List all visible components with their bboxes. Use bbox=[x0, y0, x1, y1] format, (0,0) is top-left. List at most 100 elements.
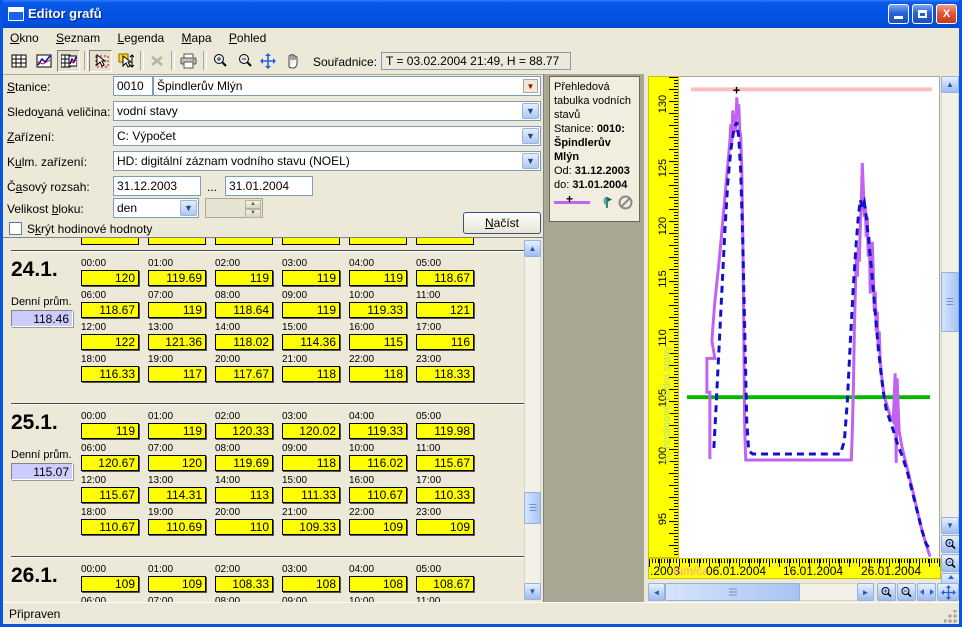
hour-value-cell[interactable]: 109 bbox=[148, 576, 206, 592]
hour-value-cell[interactable]: 109.33 bbox=[282, 519, 340, 535]
scroll-right-icon[interactable]: ► bbox=[857, 583, 874, 601]
menu-seznam[interactable]: Seznam bbox=[49, 28, 107, 48]
chevron-down-icon[interactable]: ▼ bbox=[180, 200, 197, 216]
pan-button[interactable] bbox=[256, 50, 279, 72]
date-from-input[interactable]: 31.12.2003 bbox=[113, 176, 201, 196]
hour-value-cell[interactable]: 120.67 bbox=[81, 455, 139, 471]
hour-value-cell[interactable]: 119.33 bbox=[349, 423, 407, 439]
scroll-left-icon[interactable]: ◄ bbox=[648, 583, 665, 601]
hour-value-cell[interactable]: 119 bbox=[282, 302, 340, 318]
maximize-button[interactable] bbox=[912, 4, 933, 24]
chevron-down-icon[interactable]: ▼ bbox=[522, 153, 539, 169]
flag-icon[interactable] bbox=[600, 195, 614, 209]
menu-mapa[interactable]: Mapa bbox=[175, 28, 219, 48]
hide-hourly-checkbox[interactable] bbox=[9, 222, 22, 235]
station-name-combo[interactable]: Špindlerův Mlýn▼ bbox=[153, 76, 541, 96]
hour-value-cell[interactable]: 108.33 bbox=[215, 576, 273, 592]
hour-value-cell[interactable]: 118.64 bbox=[215, 302, 273, 318]
hour-value-cell[interactable]: 119 bbox=[282, 270, 340, 286]
chart-pan-x-button[interactable] bbox=[917, 583, 936, 601]
hour-value-cell[interactable]: 119.33 bbox=[349, 302, 407, 318]
chart-zoom-out-x-button[interactable] bbox=[897, 583, 916, 601]
hour-value-cell[interactable]: 118.67 bbox=[81, 302, 139, 318]
hour-value-cell[interactable]: 115 bbox=[349, 334, 407, 350]
zoom-out-button[interactable] bbox=[233, 50, 256, 72]
hour-value-cell[interactable]: 109 bbox=[349, 519, 407, 535]
date-to-input[interactable]: 31.01.2004 bbox=[225, 176, 313, 196]
chart-h-scrollbar[interactable]: ◄ ► bbox=[648, 583, 874, 601]
scrollbar-thumb[interactable] bbox=[941, 272, 959, 332]
delete-button[interactable] bbox=[145, 50, 168, 72]
scrollbar-thumb[interactable] bbox=[665, 583, 800, 601]
legend-box[interactable]: Přehledová tabulka vodních stavů Stanice… bbox=[549, 76, 640, 222]
hour-value-cell[interactable]: 119 bbox=[81, 423, 139, 439]
kulm-device-combo[interactable]: HD: digitální záznam vodního stavu (NOEL… bbox=[113, 151, 541, 171]
quantity-combo[interactable]: vodní stavy▼ bbox=[113, 101, 541, 121]
table-chart-view-button[interactable] bbox=[57, 50, 80, 72]
table-scrollbar[interactable]: ▲ ▼ bbox=[524, 240, 541, 600]
device-combo[interactable]: C: Výpočet▼ bbox=[113, 126, 541, 146]
select-vertical-button[interactable] bbox=[114, 50, 137, 72]
hour-value-cell[interactable]: 117 bbox=[148, 366, 206, 382]
menu-pohled[interactable]: Pohled bbox=[222, 28, 273, 48]
hour-value-cell[interactable]: 114.36 bbox=[282, 334, 340, 350]
hour-value-cell[interactable]: 110.33 bbox=[416, 487, 474, 503]
chart-zoom-in-y-button[interactable] bbox=[941, 535, 960, 553]
scrollbar-thumb[interactable] bbox=[524, 492, 541, 524]
hour-value-cell[interactable]: 120.33 bbox=[215, 423, 273, 439]
hour-value-cell[interactable]: 118 bbox=[282, 455, 340, 471]
station-code-input[interactable]: 0010 bbox=[113, 76, 153, 96]
hour-value-cell[interactable]: 109 bbox=[416, 519, 474, 535]
scroll-up-icon[interactable]: ▲ bbox=[941, 76, 959, 93]
select-rect-button[interactable] bbox=[89, 50, 112, 72]
hour-value-cell[interactable]: 119.69 bbox=[215, 455, 273, 471]
hour-value-cell[interactable]: 119 bbox=[148, 423, 206, 439]
hour-value-cell[interactable]: 116.02 bbox=[349, 455, 407, 471]
hour-value-cell[interactable]: 108.67 bbox=[416, 576, 474, 592]
hour-value-cell[interactable]: 121 bbox=[416, 302, 474, 318]
hand-tool-button[interactable] bbox=[281, 50, 304, 72]
hour-value-cell[interactable]: 108 bbox=[349, 576, 407, 592]
hour-value-cell[interactable]: 119 bbox=[148, 302, 206, 318]
hour-value-cell[interactable]: 109 bbox=[81, 576, 139, 592]
hour-value-cell[interactable]: 118.67 bbox=[416, 270, 474, 286]
scroll-down-icon[interactable]: ▼ bbox=[524, 583, 541, 600]
station-dropdown-icon[interactable]: ▼ bbox=[523, 79, 538, 93]
chart-plot[interactable]: + bbox=[679, 76, 940, 558]
zoom-in-button[interactable] bbox=[208, 50, 231, 72]
menu-legenda[interactable]: Legenda bbox=[110, 28, 171, 48]
hide-hourly-label[interactable]: Skrýt hodinové hodnoty bbox=[27, 222, 152, 236]
hour-value-cell[interactable]: 118.02 bbox=[215, 334, 273, 350]
hour-value-cell[interactable]: 110.67 bbox=[349, 487, 407, 503]
chart-v-scrollbar[interactable]: ▲ ▼ bbox=[941, 76, 959, 534]
hour-value-cell[interactable]: 121.36 bbox=[148, 334, 206, 350]
chart-zoom-out-y-button[interactable] bbox=[941, 554, 960, 572]
spinner-arrows-icon[interactable]: ▲▼ bbox=[245, 200, 261, 216]
chart-view-button[interactable] bbox=[32, 50, 55, 72]
hour-value-cell[interactable]: 110 bbox=[215, 519, 273, 535]
scroll-down-icon[interactable]: ▼ bbox=[941, 517, 959, 534]
hour-value-cell[interactable]: 111.33 bbox=[282, 487, 340, 503]
scroll-up-icon[interactable]: ▲ bbox=[524, 240, 541, 257]
hour-value-cell[interactable]: 115.67 bbox=[416, 455, 474, 471]
load-button[interactable]: Načíst bbox=[463, 212, 541, 234]
hour-value-cell[interactable]: 118 bbox=[349, 366, 407, 382]
minimize-button[interactable] bbox=[888, 4, 909, 24]
hour-value-cell[interactable]: 119 bbox=[349, 270, 407, 286]
table-view-button[interactable] bbox=[7, 50, 30, 72]
close-button[interactable]: X bbox=[936, 4, 957, 24]
hour-value-cell[interactable]: 116.33 bbox=[81, 366, 139, 382]
hour-value-cell[interactable]: 120.02 bbox=[282, 423, 340, 439]
hour-value-cell[interactable]: 108 bbox=[282, 576, 340, 592]
chart-pan-all-button[interactable] bbox=[937, 583, 959, 601]
chevron-down-icon[interactable]: ▼ bbox=[522, 103, 539, 119]
hour-value-cell[interactable]: 113 bbox=[215, 487, 273, 503]
print-button[interactable] bbox=[177, 50, 200, 72]
resize-grip-icon[interactable] bbox=[944, 610, 957, 623]
hour-value-cell[interactable]: 119.98 bbox=[416, 423, 474, 439]
hour-value-cell[interactable]: 110.67 bbox=[81, 519, 139, 535]
hour-value-cell[interactable]: 116 bbox=[416, 334, 474, 350]
menu-okno[interactable]: Okno bbox=[3, 28, 46, 48]
hour-value-cell[interactable]: 120 bbox=[148, 455, 206, 471]
hour-value-cell[interactable]: 119.69 bbox=[148, 270, 206, 286]
